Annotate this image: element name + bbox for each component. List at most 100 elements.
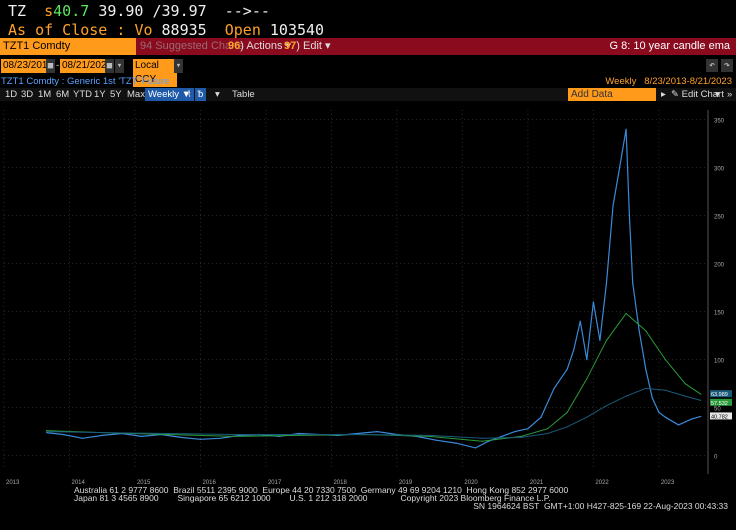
ema-fast-series-point xyxy=(546,428,549,430)
status-flag: s xyxy=(44,2,54,20)
price-series xyxy=(46,129,701,449)
y-tick-label: 100 xyxy=(714,359,725,365)
ema-fast-series-point xyxy=(625,312,627,315)
period-freq: Weekly xyxy=(605,76,637,87)
chevron-down-icon[interactable]: ▾ xyxy=(212,88,223,101)
y-tick-label: 150 xyxy=(714,311,725,317)
add-data-input[interactable]: Add Data xyxy=(568,88,656,101)
ema-fast-series-point xyxy=(684,383,686,385)
y-tick-label: 250 xyxy=(714,215,725,221)
chart-type-icon[interactable]: ᵬ xyxy=(195,88,207,101)
open-label: Open xyxy=(224,21,261,39)
ema-slow-series-point xyxy=(520,436,522,438)
ema-slow-series-point xyxy=(232,433,234,436)
price-series-point xyxy=(573,349,575,351)
settings-icon[interactable]: ▾ xyxy=(712,88,723,101)
security-description: TZT1 Comdty : Generic 1st 'TZT' Future xyxy=(1,76,170,87)
ema-slow-series-point xyxy=(101,431,103,434)
price-series-point xyxy=(219,437,221,439)
edit-num: 97 xyxy=(284,40,297,52)
actions-menu[interactable]: 96) Actions ▾ xyxy=(228,38,291,55)
ema-slow-series-point xyxy=(605,405,608,407)
ema-fast-series xyxy=(46,312,702,442)
ema-fast-series-point xyxy=(232,435,234,437)
edit-label: Edit xyxy=(302,40,322,52)
ema-slow-series-point xyxy=(363,433,365,436)
security-input[interactable]: TZT1 Comdty xyxy=(0,38,136,55)
price-series-point xyxy=(618,167,621,169)
y-tick-label: 200 xyxy=(714,263,725,269)
price-series-point xyxy=(527,428,529,430)
range-5y[interactable]: 5Y xyxy=(107,88,125,101)
footer-line-3: SN 1964624 BST GMT+1:00 H427-825-169 22-… xyxy=(473,501,728,511)
calendar-icon[interactable]: ■ xyxy=(105,59,114,73)
actions-label: Actions xyxy=(246,40,283,52)
change-value: -->-- xyxy=(224,2,270,20)
ema-slow-series-point xyxy=(167,432,169,435)
date-bar: 08/23/2013 ■ - 08/21/2023 ■ ▾ Local CCY … xyxy=(0,58,736,87)
price-series-point xyxy=(579,320,581,322)
actions-num: 96 xyxy=(228,40,241,52)
price-series-point xyxy=(638,330,640,332)
ema-fast-series-point xyxy=(481,440,483,442)
redo-icon[interactable]: ↷ xyxy=(721,59,733,72)
chevron-down-icon[interactable]: ▾ xyxy=(174,59,183,73)
price-series-point xyxy=(62,433,64,436)
price-series-point xyxy=(514,431,516,433)
price-series-point xyxy=(474,447,477,449)
last-price: 40.7 xyxy=(53,2,90,20)
ema-slow-series xyxy=(46,387,701,439)
volume-label: Vo xyxy=(134,21,153,39)
price-series-point xyxy=(592,301,594,303)
price-series-point xyxy=(376,431,378,433)
ema-fast-series-point xyxy=(566,411,568,413)
volume-value: 88935 xyxy=(161,21,207,39)
ema-slow-series-point xyxy=(429,434,431,437)
y-tick-label: 350 xyxy=(714,119,725,125)
price-series-point xyxy=(435,439,437,441)
range-bar: 1D 3D 1M 6M YTD 1Y 5Y Max Weekly ▼ ⌇ ᵬ ▾… xyxy=(0,88,736,101)
line-chart-icon[interactable]: ⌇ xyxy=(184,88,195,101)
footer: Australia 61 2 9777 8600 Brazil 5511 239… xyxy=(0,486,736,511)
ema-fast-series-point xyxy=(664,359,667,361)
y-tick-label: 300 xyxy=(714,167,725,173)
range-1y[interactable]: 1Y xyxy=(91,88,109,101)
open-value: 103540 xyxy=(269,21,325,39)
ema-slow-series-point xyxy=(546,432,549,435)
period-info: Weekly 8/23/2013-8/21/2023 xyxy=(605,76,732,87)
price-series-point xyxy=(691,418,693,420)
price-series-point xyxy=(357,432,359,435)
price-series-point xyxy=(101,434,103,437)
price-series-point xyxy=(645,368,647,370)
last-value-label: 57.532 xyxy=(711,401,728,407)
range-3d[interactable]: 3D xyxy=(18,88,36,101)
calendar-icon[interactable]: ■ xyxy=(46,59,55,73)
ema-slow-series-point xyxy=(645,387,647,389)
last-value-label: 40.782 xyxy=(711,414,728,420)
price-series-point xyxy=(632,282,634,284)
ticker: TZ xyxy=(8,2,27,20)
ema-fast-series-point xyxy=(700,393,702,395)
price-chart[interactable]: 0501001502002503003502013 2014 2015 2016 201… xyxy=(0,102,736,486)
y-tick-label: 0 xyxy=(714,455,718,461)
price-series-point xyxy=(586,359,588,361)
range-1m[interactable]: 1M xyxy=(35,88,54,101)
price-series-point xyxy=(628,215,631,217)
price-series-point xyxy=(664,416,667,418)
ema-slow-series-point xyxy=(586,416,588,418)
frequency-label: Weekly xyxy=(148,89,179,100)
price-series-point xyxy=(81,437,84,439)
chevron-down-icon[interactable]: ▾ xyxy=(115,59,124,73)
price-series-point xyxy=(553,387,555,389)
ema-fast-series-point xyxy=(605,339,608,341)
ema-slow-series-point xyxy=(566,426,568,428)
edit-menu[interactable]: 97) Edit ▾ xyxy=(284,38,331,55)
ema-fast-series-point xyxy=(586,378,588,380)
undo-icon[interactable]: ↶ xyxy=(706,59,718,72)
y-tick-label: 50 xyxy=(714,407,721,413)
more-icon[interactable]: » xyxy=(724,88,735,101)
table-button[interactable]: Table xyxy=(229,88,258,101)
price-series-point xyxy=(199,438,202,440)
quote-line-2: As of Close : Vo 88935 Open 103540 xyxy=(8,21,325,39)
price-series-point xyxy=(455,442,457,444)
